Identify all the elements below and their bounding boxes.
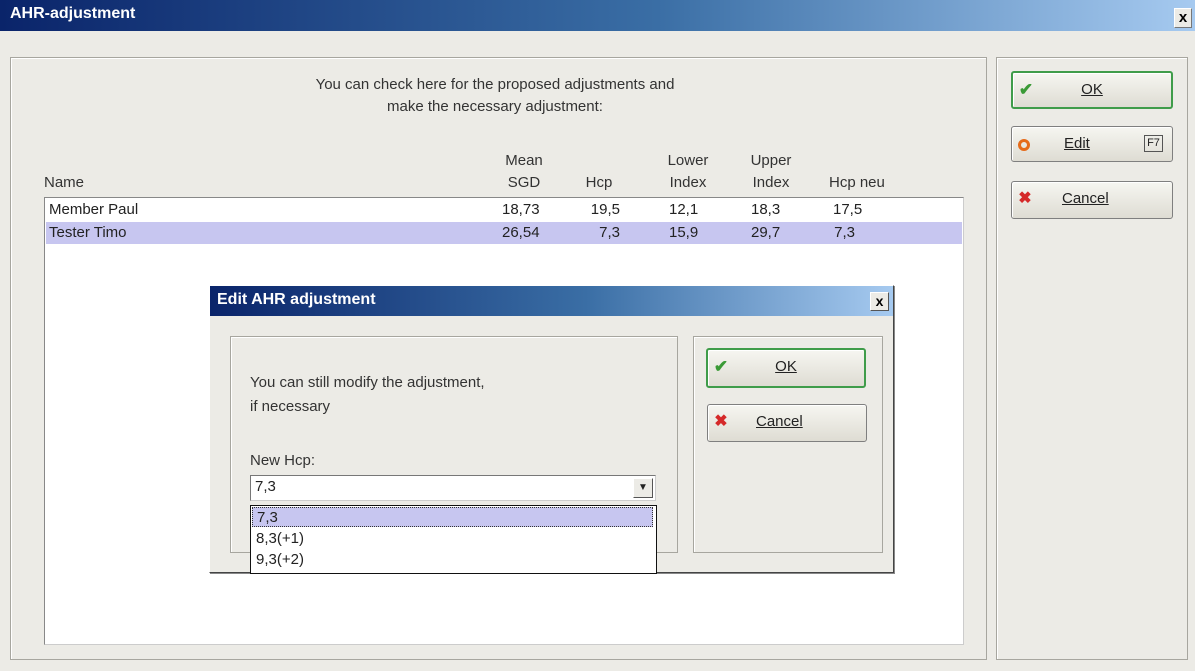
window-title: AHR-adjustment	[10, 5, 136, 22]
cell-hcp: 19,5	[590, 201, 620, 218]
cell-sgd: 18,73	[502, 201, 540, 218]
cell-name: Member Paul	[49, 201, 139, 218]
cell-hcp: 7,3	[599, 224, 620, 241]
header-name: Name	[44, 174, 85, 191]
cell-upper: 18,3	[751, 201, 781, 218]
dialog-message-line-2: if necessary	[250, 398, 331, 415]
option-item[interactable]: 9,3(+2)	[252, 550, 653, 570]
header-lower-bottom: Index	[669, 174, 707, 191]
header-mean-bottom: SGD	[507, 174, 541, 191]
dialog-ok-label: OK	[775, 358, 797, 375]
dialog-cancel-button[interactable]: ✖ Cancel	[707, 404, 867, 442]
cancel-button-label: Cancel	[1062, 190, 1109, 207]
dialog-cancel-label: Cancel	[756, 413, 803, 430]
cancel-button[interactable]: ✖ Cancel	[1011, 181, 1173, 219]
option-item[interactable]: 8,3(+1)	[252, 529, 653, 549]
header-lower-index: Lower Index	[666, 150, 710, 194]
option-item[interactable]: 7,3	[252, 507, 653, 527]
header-upper-top: Upper	[750, 152, 792, 169]
header-hcp-neu: Hcp neu	[829, 174, 885, 191]
header-upper-bottom: Index	[752, 174, 790, 191]
x-icon: ✖	[714, 413, 728, 430]
edit-button-label: Edit	[1064, 135, 1090, 152]
dialog-message: You can still modify the adjustment, if …	[250, 371, 485, 419]
dialog-close-button[interactable]: x	[870, 292, 889, 311]
cell-upper: 29,7	[751, 224, 781, 241]
intro-line-1: You can check here for the proposed adju…	[315, 76, 675, 93]
table-row[interactable]: Member Paul 18,73 19,5 12,1 18,3 17,5	[46, 199, 962, 221]
hcp-options-list[interactable]: 7,3 8,3(+1) 9,3(+2)	[250, 505, 657, 574]
x-icon: ✖	[1018, 190, 1032, 207]
dialog-message-line-1: You can still modify the adjustment,	[250, 374, 485, 391]
new-hcp-label: New Hcp:	[250, 452, 316, 469]
header-mean-top: Mean	[505, 152, 543, 169]
cell-lower: 12,1	[669, 201, 699, 218]
window-close-button[interactable]: x	[1174, 8, 1192, 28]
main-titlebar	[0, 0, 1195, 31]
ok-button[interactable]: ✔ OK	[1011, 71, 1173, 109]
header-lower-top: Lower	[667, 152, 709, 169]
cell-hcp-neu: 7,3	[834, 224, 855, 241]
table-row[interactable]: Tester Timo 26,54 7,3 15,9 29,7 7,3	[46, 222, 962, 244]
header-upper-index: Upper Index	[748, 150, 794, 194]
combobox-value: 7,3	[255, 478, 276, 495]
cell-name: Tester Timo	[49, 224, 127, 241]
ok-button-label: OK	[1081, 81, 1103, 98]
cell-sgd: 26,54	[502, 224, 540, 241]
dialog-ok-button[interactable]: ✔ OK	[706, 348, 866, 388]
intro-line-2: make the necessary adjustment:	[387, 98, 603, 115]
header-mean: Mean SGD	[500, 150, 548, 194]
intro-text: You can check here for the proposed adju…	[270, 74, 720, 118]
circle-icon	[1018, 139, 1030, 151]
dropdown-arrow-icon[interactable]: ▼	[633, 478, 653, 498]
shortcut-badge: F7	[1144, 135, 1163, 152]
cell-lower: 15,9	[669, 224, 699, 241]
dialog-title: Edit AHR adjustment	[217, 291, 376, 308]
new-hcp-combobox[interactable]: 7,3 ▼	[250, 475, 656, 501]
edit-button[interactable]: Edit F7	[1011, 126, 1173, 162]
header-hcp: Hcp	[585, 174, 613, 191]
cell-hcp-neu: 17,5	[833, 201, 863, 218]
